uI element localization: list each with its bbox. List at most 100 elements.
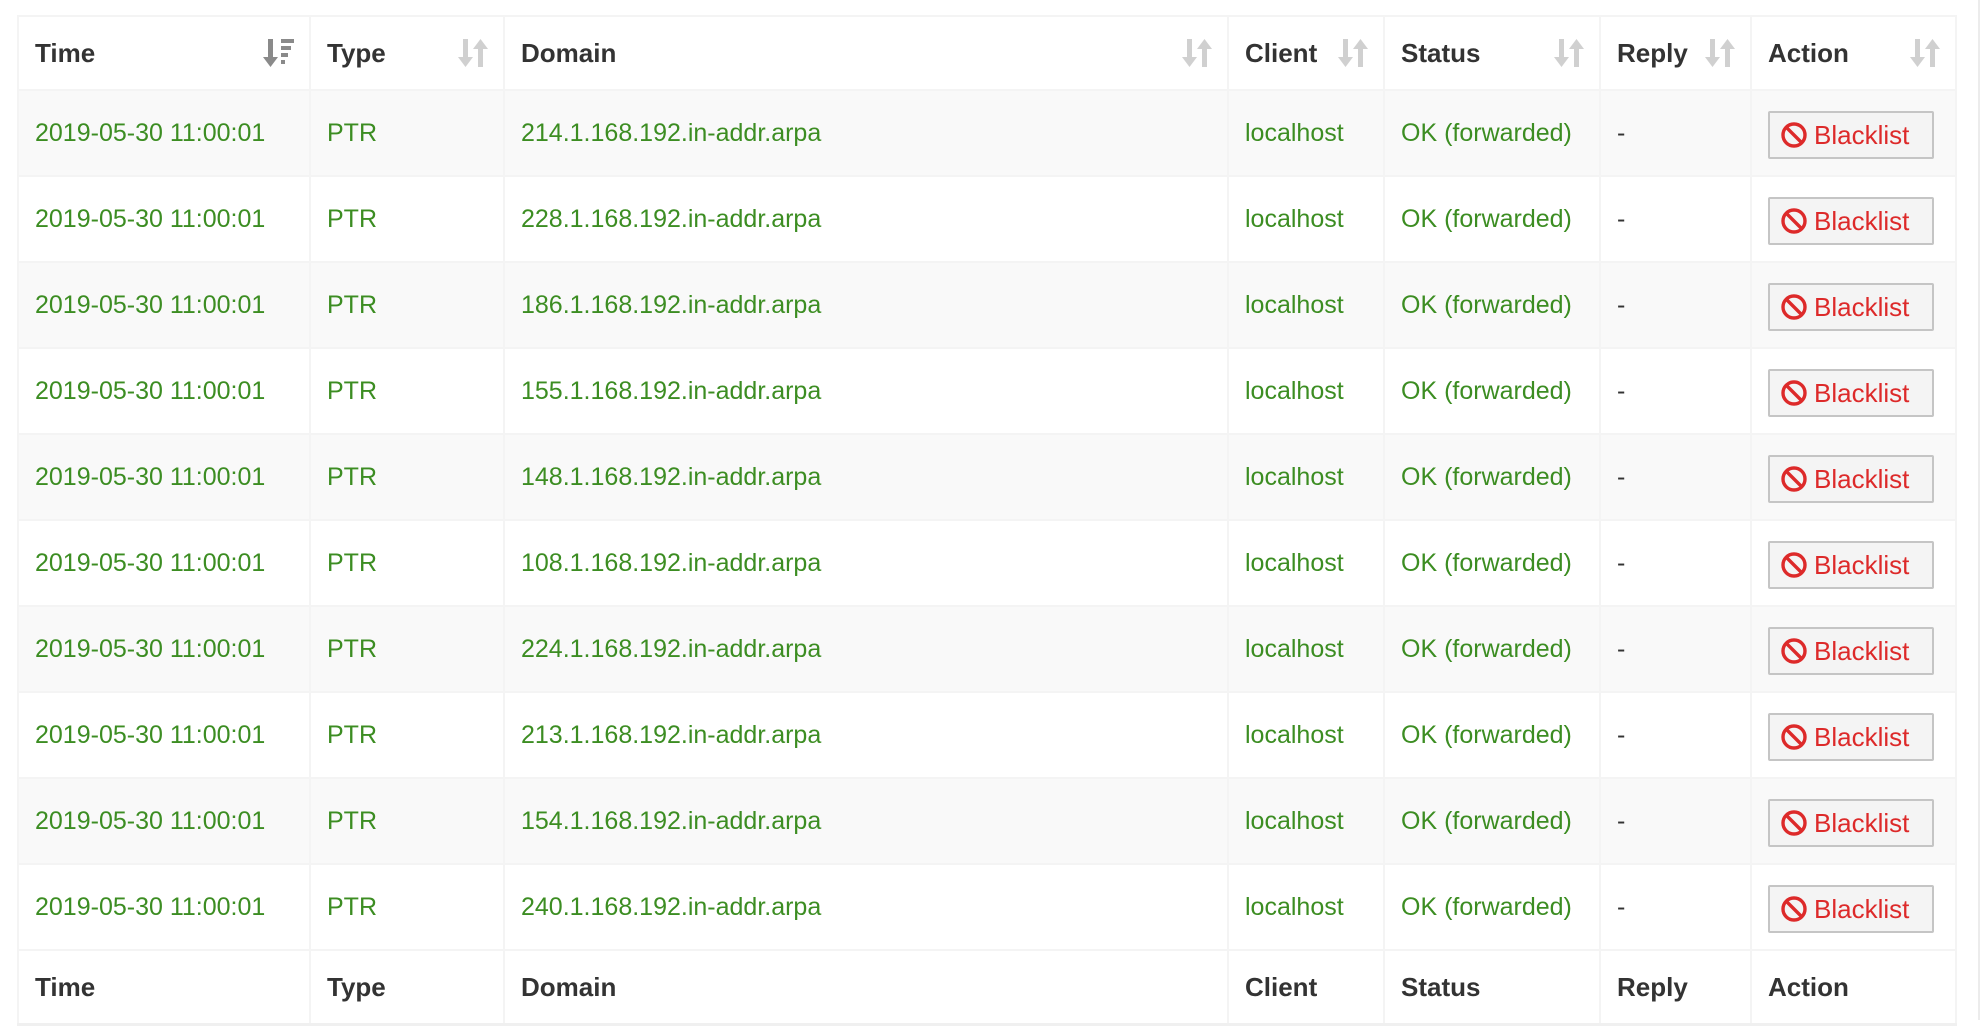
blacklist-button[interactable]: Blacklist xyxy=(1768,541,1934,589)
column-header-label: Client xyxy=(1245,37,1318,68)
reply-value: - xyxy=(1617,118,1626,147)
status-cell: OK (forwarded) xyxy=(1383,175,1601,262)
table-row: 2019-05-30 11:00:01 PTR 148.1.168.192.in-a… xyxy=(17,433,1957,520)
reply-cell: - xyxy=(1599,519,1752,606)
type-cell: PTR xyxy=(309,691,505,778)
type-cell: PTR xyxy=(309,519,505,606)
blacklist-button[interactable]: Blacklist xyxy=(1768,369,1934,417)
client-value: localhost xyxy=(1245,720,1344,749)
status-cell: OK (forwarded) xyxy=(1383,777,1601,864)
client-value: localhost xyxy=(1245,462,1344,491)
status-cell: OK (forwarded) xyxy=(1383,863,1601,950)
column-header-reply[interactable]: Reply xyxy=(1599,15,1752,91)
ban-icon xyxy=(1781,466,1807,492)
reply-value: - xyxy=(1617,720,1626,749)
domain-value: 214.1.168.192.in-addr.arpa xyxy=(521,118,822,147)
client-value: localhost xyxy=(1245,892,1344,921)
domain-cell: 108.1.168.192.in-addr.arpa xyxy=(503,519,1229,606)
domain-value: 228.1.168.192.in-addr.arpa xyxy=(521,204,822,233)
status-value: OK (forwarded) xyxy=(1401,806,1572,835)
column-header-type[interactable]: Type xyxy=(309,15,505,91)
column-header-label: Status xyxy=(1401,37,1481,68)
status-value: OK (forwarded) xyxy=(1401,720,1572,749)
client-value: localhost xyxy=(1245,118,1344,147)
action-cell: Blacklist xyxy=(1750,691,1957,778)
status-value: OK (forwarded) xyxy=(1401,548,1572,577)
footer-row: Time Type Domain Client Status Reply Action xyxy=(17,949,1957,1026)
domain-value: 108.1.168.192.in-addr.arpa xyxy=(521,548,822,577)
domain-cell: 228.1.168.192.in-addr.arpa xyxy=(503,175,1229,262)
table-row: 2019-05-30 11:00:01 PTR 155.1.168.192.in-a… xyxy=(17,347,1957,434)
reply-cell: - xyxy=(1599,777,1752,864)
blacklist-button[interactable]: Blacklist xyxy=(1768,885,1934,933)
blacklist-button[interactable]: Blacklist xyxy=(1768,111,1934,159)
type-cell: PTR xyxy=(309,777,505,864)
time-value: 2019-05-30 11:00:01 xyxy=(35,806,266,835)
client-cell: localhost xyxy=(1227,89,1385,176)
sort-amount-desc-icon xyxy=(263,39,294,67)
blacklist-button-label: Blacklist xyxy=(1814,549,1910,580)
blacklist-button[interactable]: Blacklist xyxy=(1768,197,1934,245)
time-cell: 2019-05-30 11:00:01 xyxy=(17,863,311,950)
column-header-action[interactable]: Action xyxy=(1750,15,1957,91)
reply-value: - xyxy=(1617,290,1626,319)
time-cell: 2019-05-30 11:00:01 xyxy=(17,691,311,778)
column-header-label: Time xyxy=(35,37,96,68)
status-value: OK (forwarded) xyxy=(1401,376,1572,405)
table-row: 2019-05-30 11:00:01 PTR 154.1.168.192.in-a… xyxy=(17,777,1957,864)
reply-value: - xyxy=(1617,204,1626,233)
column-header-status[interactable]: Status xyxy=(1383,15,1601,91)
status-value: OK (forwarded) xyxy=(1401,462,1572,491)
domain-cell: 155.1.168.192.in-addr.arpa xyxy=(503,347,1229,434)
reply-value: - xyxy=(1617,376,1626,405)
blacklist-button[interactable]: Blacklist xyxy=(1768,455,1934,503)
domain-cell: 214.1.168.192.in-addr.arpa xyxy=(503,89,1229,176)
status-cell: OK (forwarded) xyxy=(1383,691,1601,778)
table-footer: Time Type Domain Client Status Reply Action xyxy=(17,949,1957,1026)
type-cell: PTR xyxy=(309,863,505,950)
reply-cell: - xyxy=(1599,691,1752,778)
domain-value: 224.1.168.192.in-addr.arpa xyxy=(521,634,822,663)
client-cell: localhost xyxy=(1227,433,1385,520)
domain-cell: 224.1.168.192.in-addr.arpa xyxy=(503,605,1229,692)
ban-icon xyxy=(1781,724,1807,750)
time-value: 2019-05-30 11:00:01 xyxy=(35,204,266,233)
table-row: 2019-05-30 11:00:01 PTR 240.1.168.192.in-a… xyxy=(17,863,1957,950)
type-value: PTR xyxy=(327,806,377,835)
domain-cell: 240.1.168.192.in-addr.arpa xyxy=(503,863,1229,950)
column-header-domain[interactable]: Domain xyxy=(503,15,1229,91)
blacklist-button[interactable]: Blacklist xyxy=(1768,627,1934,675)
reply-cell: - xyxy=(1599,261,1752,348)
blacklist-button-label: Blacklist xyxy=(1814,119,1910,150)
time-value: 2019-05-30 11:00:01 xyxy=(35,720,266,749)
status-cell: OK (forwarded) xyxy=(1383,605,1601,692)
action-cell: Blacklist xyxy=(1750,519,1957,606)
column-header-client[interactable]: Client xyxy=(1227,15,1385,91)
blacklist-button-label: Blacklist xyxy=(1814,893,1910,924)
blacklist-button[interactable]: Blacklist xyxy=(1768,713,1934,761)
domain-value: 154.1.168.192.in-addr.arpa xyxy=(521,806,822,835)
ban-icon xyxy=(1781,294,1807,320)
column-header-label: Type xyxy=(327,37,386,68)
blacklist-button[interactable]: Blacklist xyxy=(1768,283,1934,331)
action-cell: Blacklist xyxy=(1750,175,1957,262)
table-row: 2019-05-30 11:00:01 PTR 108.1.168.192.in-a… xyxy=(17,519,1957,606)
column-footer-label: Time xyxy=(35,971,96,1002)
client-cell: localhost xyxy=(1227,347,1385,434)
ban-icon xyxy=(1781,810,1807,836)
column-footer-label: Domain xyxy=(521,971,617,1002)
time-cell: 2019-05-30 11:00:01 xyxy=(17,605,311,692)
sort-both-icon xyxy=(1910,39,1940,67)
blacklist-button[interactable]: Blacklist xyxy=(1768,799,1934,847)
action-cell: Blacklist xyxy=(1750,863,1957,950)
column-header-time[interactable]: Time xyxy=(17,15,311,91)
reply-value: - xyxy=(1617,634,1626,663)
client-value: localhost xyxy=(1245,806,1344,835)
client-cell: localhost xyxy=(1227,777,1385,864)
client-value: localhost xyxy=(1245,548,1344,577)
client-value: localhost xyxy=(1245,290,1344,319)
table-row: 2019-05-30 11:00:01 PTR 228.1.168.192.in-a… xyxy=(17,175,1957,262)
status-value: OK (forwarded) xyxy=(1401,118,1572,147)
reply-cell: - xyxy=(1599,433,1752,520)
time-cell: 2019-05-30 11:00:01 xyxy=(17,175,311,262)
